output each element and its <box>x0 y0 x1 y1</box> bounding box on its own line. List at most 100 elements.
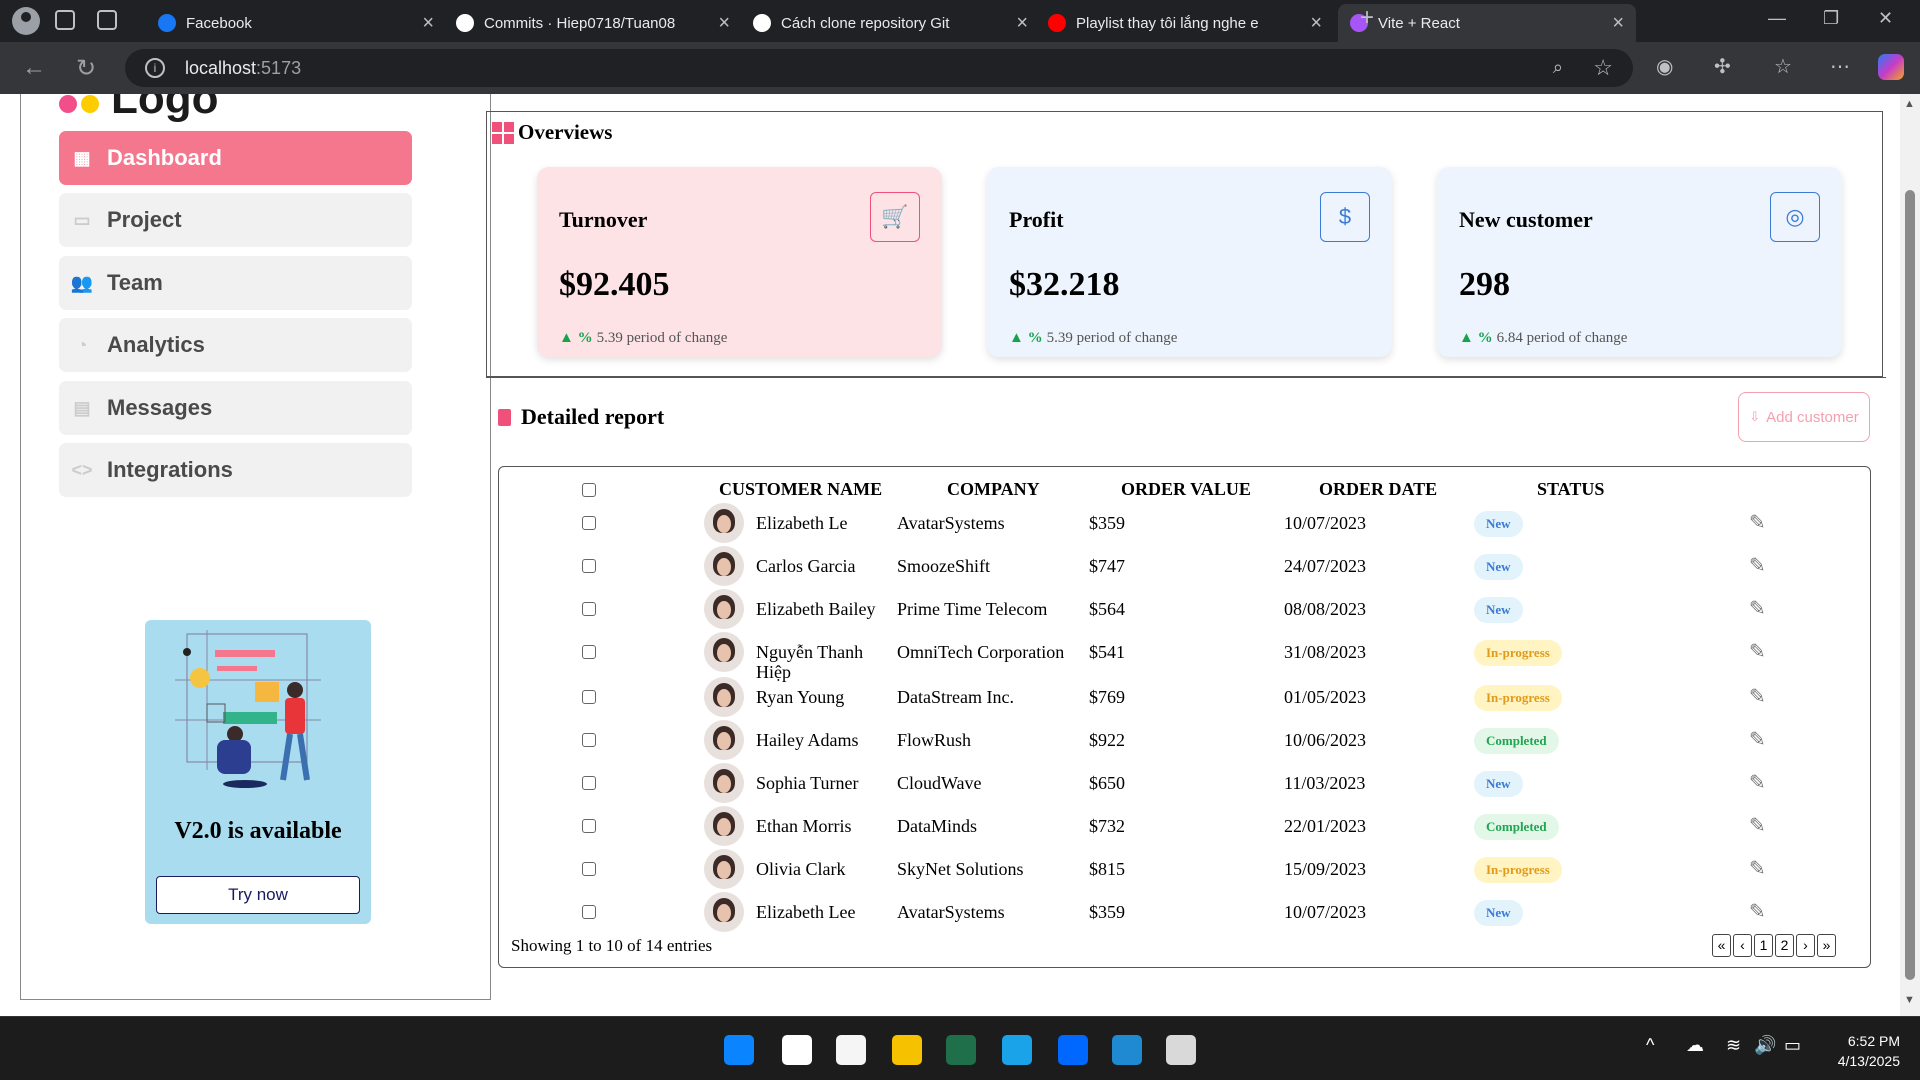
select-all-checkbox[interactable] <box>582 483 596 497</box>
workspaces-icon[interactable] <box>55 10 75 30</box>
file-explorer-icon[interactable] <box>892 1035 922 1065</box>
zalo-icon[interactable] <box>1058 1035 1088 1065</box>
browser-tab[interactable]: Facebook × <box>146 4 446 42</box>
app-green-icon[interactable] <box>946 1035 976 1065</box>
sidebar-item-dashboard[interactable]: ▦ Dashboard <box>59 131 412 185</box>
edge-icon[interactable] <box>1002 1035 1032 1065</box>
maximize-button[interactable]: ❐ <box>1823 8 1839 29</box>
extension-icon[interactable]: ◉ <box>1656 54 1673 79</box>
page-button[interactable]: ‹ <box>1733 934 1752 957</box>
scroll-down-icon[interactable]: ▼ <box>1904 994 1915 1006</box>
edit-pencil-icon[interactable]: ✎ <box>1749 639 1766 663</box>
edit-pencil-icon[interactable]: ✎ <box>1749 727 1766 751</box>
add-customer-button[interactable]: ⇩ Add customer <box>1738 392 1870 442</box>
row-checkbox[interactable] <box>582 905 596 919</box>
page-button[interactable]: 2 <box>1775 934 1794 957</box>
table-row[interactable]: Carlos Garcia SmoozeShift $747 24/07/202… <box>499 545 1872 588</box>
page-button[interactable]: » <box>1817 934 1836 957</box>
edit-pencil-icon[interactable]: ✎ <box>1749 684 1766 708</box>
sidebar-item-project[interactable]: ▭ Project <box>59 193 412 247</box>
browser-tab[interactable]: Cách clone repository Git × <box>741 4 1040 42</box>
browser-tab[interactable]: Playlist thay tôi lắng nghe e × <box>1036 4 1334 42</box>
profile-avatar-icon[interactable] <box>12 7 40 35</box>
row-checkbox[interactable] <box>582 862 596 876</box>
row-checkbox[interactable] <box>582 733 596 747</box>
page-button[interactable]: 1 <box>1754 934 1773 957</box>
store-icon[interactable] <box>836 1035 866 1065</box>
row-checkbox[interactable] <box>582 559 596 573</box>
table-row[interactable]: Hailey Adams FlowRush $922 10/06/2023 Co… <box>499 719 1872 762</box>
browser-tab[interactable]: Vite + React × <box>1338 4 1636 42</box>
onedrive-icon[interactable]: ☁ <box>1686 1035 1704 1056</box>
copilot-icon[interactable] <box>1878 54 1904 80</box>
battery-icon[interactable]: ▭ <box>1784 1035 1801 1056</box>
row-checkbox[interactable] <box>582 819 596 833</box>
row-checkbox[interactable] <box>582 602 596 616</box>
close-tab-icon[interactable]: × <box>422 12 434 35</box>
site-info-icon[interactable]: i <box>145 58 165 78</box>
snipping-icon[interactable] <box>1166 1035 1196 1065</box>
close-window-button[interactable]: ✕ <box>1878 8 1893 29</box>
sidebar-item-messages[interactable]: ▤ Messages <box>59 381 412 435</box>
page-scrollbar[interactable]: ▲ ▼ <box>1900 94 1920 1016</box>
table-row[interactable]: Sophia Turner CloudWave $650 11/03/2023 … <box>499 762 1872 805</box>
row-checkbox[interactable] <box>582 516 596 530</box>
try-now-button[interactable]: Try now <box>156 876 360 914</box>
header-status[interactable]: STATUS <box>1537 479 1604 500</box>
logo[interactable]: Logo <box>59 94 219 124</box>
edit-pencil-icon[interactable]: ✎ <box>1749 553 1766 577</box>
scrollbar-thumb[interactable] <box>1905 190 1915 980</box>
table-row[interactable]: Ethan Morris DataMinds $732 22/01/2023 C… <box>499 805 1872 848</box>
refresh-icon[interactable]: ↻ <box>76 54 96 83</box>
table-row[interactable]: Elizabeth Bailey Prime Time Telecom $564… <box>499 588 1872 631</box>
favorites-icon[interactable]: ☆ <box>1774 54 1792 79</box>
windows-start-icon[interactable] <box>724 1035 754 1065</box>
table-row[interactable]: Ryan Young DataStream Inc. $769 01/05/20… <box>499 676 1872 719</box>
edit-pencil-icon[interactable]: ✎ <box>1749 510 1766 534</box>
back-icon[interactable]: ← <box>22 54 46 82</box>
minimize-button[interactable]: — <box>1768 8 1786 29</box>
close-tab-icon[interactable]: × <box>1310 12 1322 35</box>
vscode-icon[interactable] <box>1112 1035 1142 1065</box>
wifi-icon[interactable]: ≋ <box>1726 1035 1741 1056</box>
new-tab-button[interactable]: + <box>1360 4 1374 32</box>
url-input[interactable]: i localhost:5173 ⌕ ☆ <box>125 49 1633 87</box>
browser-tab[interactable]: Commits · Hiep0718/Tuan08 × <box>444 4 742 42</box>
close-tab-icon[interactable]: × <box>718 12 730 35</box>
row-checkbox[interactable] <box>582 776 596 790</box>
page-button[interactable]: « <box>1712 934 1731 957</box>
cart-icon[interactable]: 🛒 <box>870 192 920 242</box>
header-order-value[interactable]: ORDER VALUE <box>1121 479 1251 500</box>
system-clock[interactable]: 6:52 PM 4/13/2025 <box>1800 1031 1900 1071</box>
sidebar-item-integrations[interactable]: <> Integrations <box>59 443 412 497</box>
scroll-up-icon[interactable]: ▲ <box>1904 98 1915 110</box>
search-icon[interactable] <box>782 1035 812 1065</box>
more-menu-icon[interactable]: ⋯ <box>1830 54 1850 79</box>
table-row[interactable]: Elizabeth Lee AvatarSystems $359 10/07/2… <box>499 891 1872 934</box>
table-row[interactable]: Elizabeth Le AvatarSystems $359 10/07/20… <box>499 502 1872 545</box>
header-order-date[interactable]: ORDER DATE <box>1319 479 1437 500</box>
close-tab-icon[interactable]: × <box>1612 12 1624 35</box>
tab-actions-icon[interactable] <box>97 10 117 30</box>
row-checkbox[interactable] <box>582 690 596 704</box>
row-checkbox[interactable] <box>582 645 596 659</box>
zoom-icon[interactable]: ⌕ <box>1553 57 1563 78</box>
edit-pencil-icon[interactable]: ✎ <box>1749 813 1766 837</box>
edit-pencil-icon[interactable]: ✎ <box>1749 856 1766 880</box>
user-circle-icon[interactable]: ◎ <box>1770 192 1820 242</box>
sidebar-item-analytics[interactable]: ◔ Analytics <box>59 318 412 372</box>
sidebar-item-team[interactable]: 👥 Team <box>59 256 412 310</box>
volume-icon[interactable]: 🔊 <box>1754 1035 1776 1056</box>
favorite-star-icon[interactable]: ☆ <box>1593 55 1613 81</box>
close-tab-icon[interactable]: × <box>1016 12 1028 35</box>
edit-pencil-icon[interactable]: ✎ <box>1749 596 1766 620</box>
extensions-puzzle-icon[interactable]: ✣ <box>1714 54 1731 79</box>
edit-pencil-icon[interactable]: ✎ <box>1749 899 1766 923</box>
tray-chevron-icon[interactable]: ^ <box>1646 1035 1654 1056</box>
page-button[interactable]: › <box>1796 934 1815 957</box>
header-company[interactable]: COMPANY <box>947 479 1040 500</box>
table-row[interactable]: Olivia Clark SkyNet Solutions $815 15/09… <box>499 848 1872 891</box>
dollar-icon[interactable]: $ <box>1320 192 1370 242</box>
header-customer-name[interactable]: CUSTOMER NAME <box>719 479 882 500</box>
edit-pencil-icon[interactable]: ✎ <box>1749 770 1766 794</box>
